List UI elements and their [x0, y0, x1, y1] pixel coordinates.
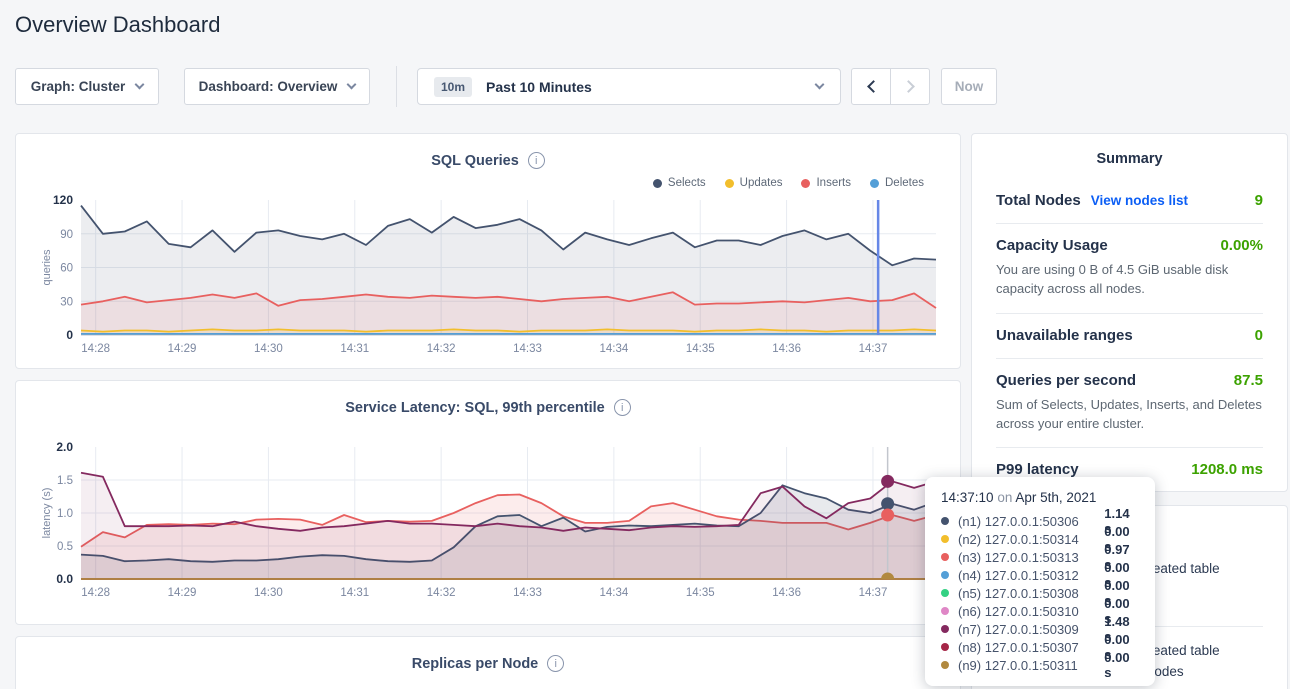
svg-text:14:30: 14:30	[254, 343, 283, 355]
svg-text:14:33: 14:33	[513, 343, 542, 355]
svg-text:30: 30	[60, 296, 73, 308]
summary-panel: Summary Total Nodes View nodes list 9 Ca…	[971, 133, 1288, 492]
node-color-dot	[941, 589, 949, 597]
qps-label: Queries per second	[996, 372, 1136, 389]
unavailable-ranges-value: 0	[1255, 327, 1263, 344]
summary-row-unavailable: Unavailable ranges 0	[996, 313, 1263, 358]
total-nodes-value: 9	[1255, 192, 1263, 209]
svg-text:14:31: 14:31	[340, 587, 369, 599]
capacity-usage-desc: You are using 0 B of 4.5 GiB usable disk…	[996, 261, 1263, 299]
node-color-dot	[941, 643, 949, 651]
replicas-per-node-title: Replicas per Node i	[16, 637, 960, 672]
chevron-down-icon	[135, 80, 145, 90]
svg-text:90: 90	[60, 229, 73, 241]
info-icon[interactable]: i	[614, 399, 631, 416]
summary-row-qps: Queries per second 87.5 Sum of Selects, …	[996, 358, 1263, 448]
now-label: Now	[955, 79, 984, 94]
summary-row-capacity: Capacity Usage 0.00% You are using 0 B o…	[996, 223, 1263, 313]
time-range-badge: 10m	[434, 77, 472, 97]
tooltip-node-row: (n9) 127.0.0.1:50311 0.00 s	[925, 656, 1155, 674]
summary-title: Summary	[972, 134, 1287, 179]
service-latency-panel: Service Latency: SQL, 99th percentile i …	[15, 380, 961, 625]
node-color-dot	[941, 661, 949, 669]
chevron-down-icon	[815, 80, 825, 90]
replicas-per-node-panel: Replicas per Node i	[15, 636, 961, 689]
svg-text:14:37: 14:37	[859, 343, 888, 355]
svg-text:0.0: 0.0	[56, 572, 73, 586]
summary-row-total-nodes: Total Nodes View nodes list 9	[996, 179, 1263, 223]
unavailable-ranges-label: Unavailable ranges	[996, 327, 1133, 344]
page-title: Overview Dashboard	[15, 12, 220, 38]
svg-text:14:32: 14:32	[427, 343, 456, 355]
svg-text:120: 120	[53, 193, 73, 207]
svg-text:14:29: 14:29	[168, 587, 197, 599]
node-color-dot	[941, 535, 949, 543]
svg-text:14:28: 14:28	[81, 587, 110, 599]
p99-latency-value: 1208.0 ms	[1191, 461, 1263, 478]
svg-text:14:36: 14:36	[772, 587, 801, 599]
time-prev-button[interactable]	[851, 68, 891, 105]
now-button[interactable]: Now	[941, 68, 997, 105]
capacity-usage-label: Capacity Usage	[996, 237, 1108, 254]
info-icon[interactable]: i	[528, 152, 545, 169]
svg-text:2.0: 2.0	[56, 440, 73, 454]
view-nodes-list-link[interactable]: View nodes list	[1091, 193, 1188, 208]
chart-hover-tooltip: 14:37:10 on Apr 5th, 2021 (n1) 127.0.0.1…	[925, 477, 1155, 686]
capacity-usage-value: 0.00%	[1220, 237, 1263, 254]
node-color-dot	[941, 571, 949, 579]
svg-text:latency (s): latency (s)	[41, 488, 53, 539]
svg-text:14:36: 14:36	[772, 343, 801, 355]
svg-text:1.0: 1.0	[57, 508, 73, 520]
time-range-dropdown[interactable]: 10m Past 10 Minutes	[417, 68, 841, 105]
sql-queries-panel: SQL Queries i SelectsUpdatesInsertsDelet…	[15, 133, 961, 369]
svg-text:14:35: 14:35	[686, 343, 715, 355]
svg-text:0.5: 0.5	[57, 541, 73, 553]
chevron-left-icon	[867, 80, 880, 93]
service-latency-title: Service Latency: SQL, 99th percentile i	[16, 381, 960, 416]
svg-text:1.5: 1.5	[57, 475, 73, 487]
svg-text:14:34: 14:34	[599, 343, 628, 355]
dashboard-dropdown[interactable]: Dashboard: Overview	[184, 68, 370, 105]
svg-text:14:31: 14:31	[340, 343, 369, 355]
time-range-label: Past 10 Minutes	[486, 79, 592, 95]
node-color-dot	[941, 517, 949, 525]
node-color-dot	[941, 553, 949, 561]
time-next-button[interactable]	[890, 68, 930, 105]
graph-scope-label: Graph: Cluster	[31, 79, 126, 94]
svg-text:14:28: 14:28	[81, 343, 110, 355]
svg-text:queries: queries	[41, 249, 53, 286]
sql-queries-title: SQL Queries i	[16, 134, 960, 169]
info-icon[interactable]: i	[547, 655, 564, 672]
svg-text:14:35: 14:35	[686, 587, 715, 599]
node-color-dot	[941, 625, 949, 633]
graph-scope-dropdown[interactable]: Graph: Cluster	[15, 68, 159, 105]
svg-text:14:34: 14:34	[599, 587, 628, 599]
svg-text:0: 0	[66, 328, 73, 342]
svg-text:14:33: 14:33	[513, 587, 542, 599]
chevron-right-icon	[902, 80, 915, 93]
chevron-down-icon	[347, 80, 357, 90]
dashboard-label: Dashboard: Overview	[199, 79, 338, 94]
svg-text:60: 60	[60, 263, 73, 275]
svg-text:14:30: 14:30	[254, 587, 283, 599]
sql-queries-chart[interactable]: 14:28 14:29 14:30 14:31 14:32 14:33 14:34 14:35…	[40, 186, 950, 364]
controls-divider	[396, 66, 397, 107]
service-latency-chart[interactable]: 14:28 14:29 14:30 14:31 14:32 14:33 14:34 14:35…	[40, 433, 950, 608]
node-color-dot	[941, 607, 949, 615]
svg-text:14:29: 14:29	[168, 343, 197, 355]
total-nodes-label: Total Nodes	[996, 192, 1081, 209]
qps-desc: Sum of Selects, Updates, Inserts, and De…	[996, 396, 1263, 434]
svg-text:14:37: 14:37	[859, 587, 888, 599]
qps-value: 87.5	[1234, 372, 1263, 389]
p99-latency-label: P99 latency	[996, 461, 1079, 478]
svg-text:14:32: 14:32	[427, 587, 456, 599]
